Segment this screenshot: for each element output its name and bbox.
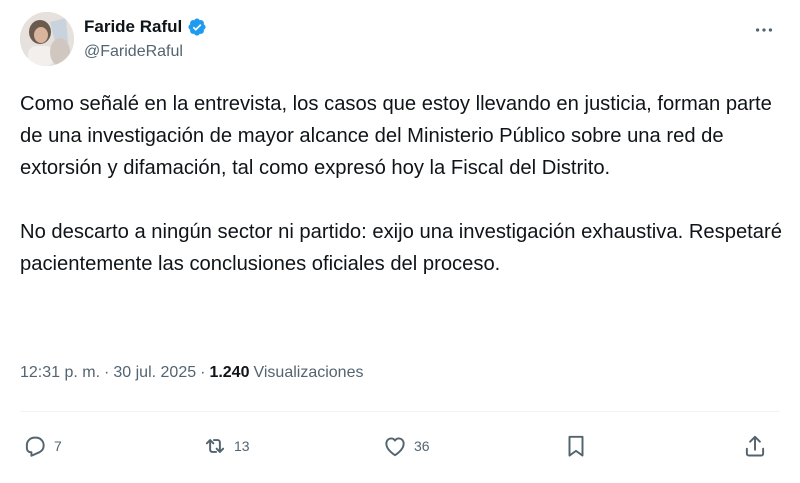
reply-count: 7	[54, 438, 62, 454]
meta-separator: ·	[104, 364, 110, 381]
tweet-time[interactable]: 12:31 p. m.	[20, 364, 100, 382]
tweet-date[interactable]: 30 jul. 2025	[113, 364, 196, 382]
author-name[interactable]: Faride Raful	[84, 17, 182, 37]
tweet-paragraph: No descarto a ningún sector ni partido: …	[20, 221, 782, 275]
reply-button[interactable]: 7	[22, 428, 62, 464]
like-icon	[385, 437, 405, 457]
divider	[20, 411, 780, 412]
avatar[interactable]	[20, 12, 74, 66]
avatar-image	[20, 12, 74, 66]
tweet-header: Faride Raful @FarideRaful	[20, 12, 780, 68]
author-name-row: Faride Raful	[84, 17, 207, 37]
retweet-count: 13	[234, 438, 250, 454]
verified-badge-icon	[187, 17, 207, 37]
more-options-button[interactable]	[748, 18, 780, 42]
reply-icon	[25, 436, 45, 457]
meta-separator: ·	[200, 364, 206, 381]
tweet-paragraph: Como señalé en la entrevista, los casos …	[20, 93, 772, 179]
more-icon	[755, 28, 773, 32]
bookmark-icon	[568, 435, 584, 457]
action-bar: 7 13 36	[20, 428, 780, 464]
share-button[interactable]	[742, 428, 768, 464]
author-handle[interactable]: @FarideRaful	[84, 43, 183, 61]
like-count: 36	[414, 438, 430, 454]
tweet-meta: 12:31 p. m. · 30 jul. 2025 · 1.240 Visua…	[20, 364, 363, 382]
tweet-text: Como señalé en la entrevista, los casos …	[20, 88, 785, 280]
retweet-button[interactable]: 13	[202, 428, 250, 464]
views-count: 1.240	[209, 364, 250, 381]
retweet-icon	[205, 439, 225, 453]
bookmark-button[interactable]	[563, 428, 589, 464]
share-icon	[745, 435, 765, 457]
views-label: Visualizaciones	[253, 364, 364, 381]
like-button[interactable]: 36	[382, 428, 430, 464]
